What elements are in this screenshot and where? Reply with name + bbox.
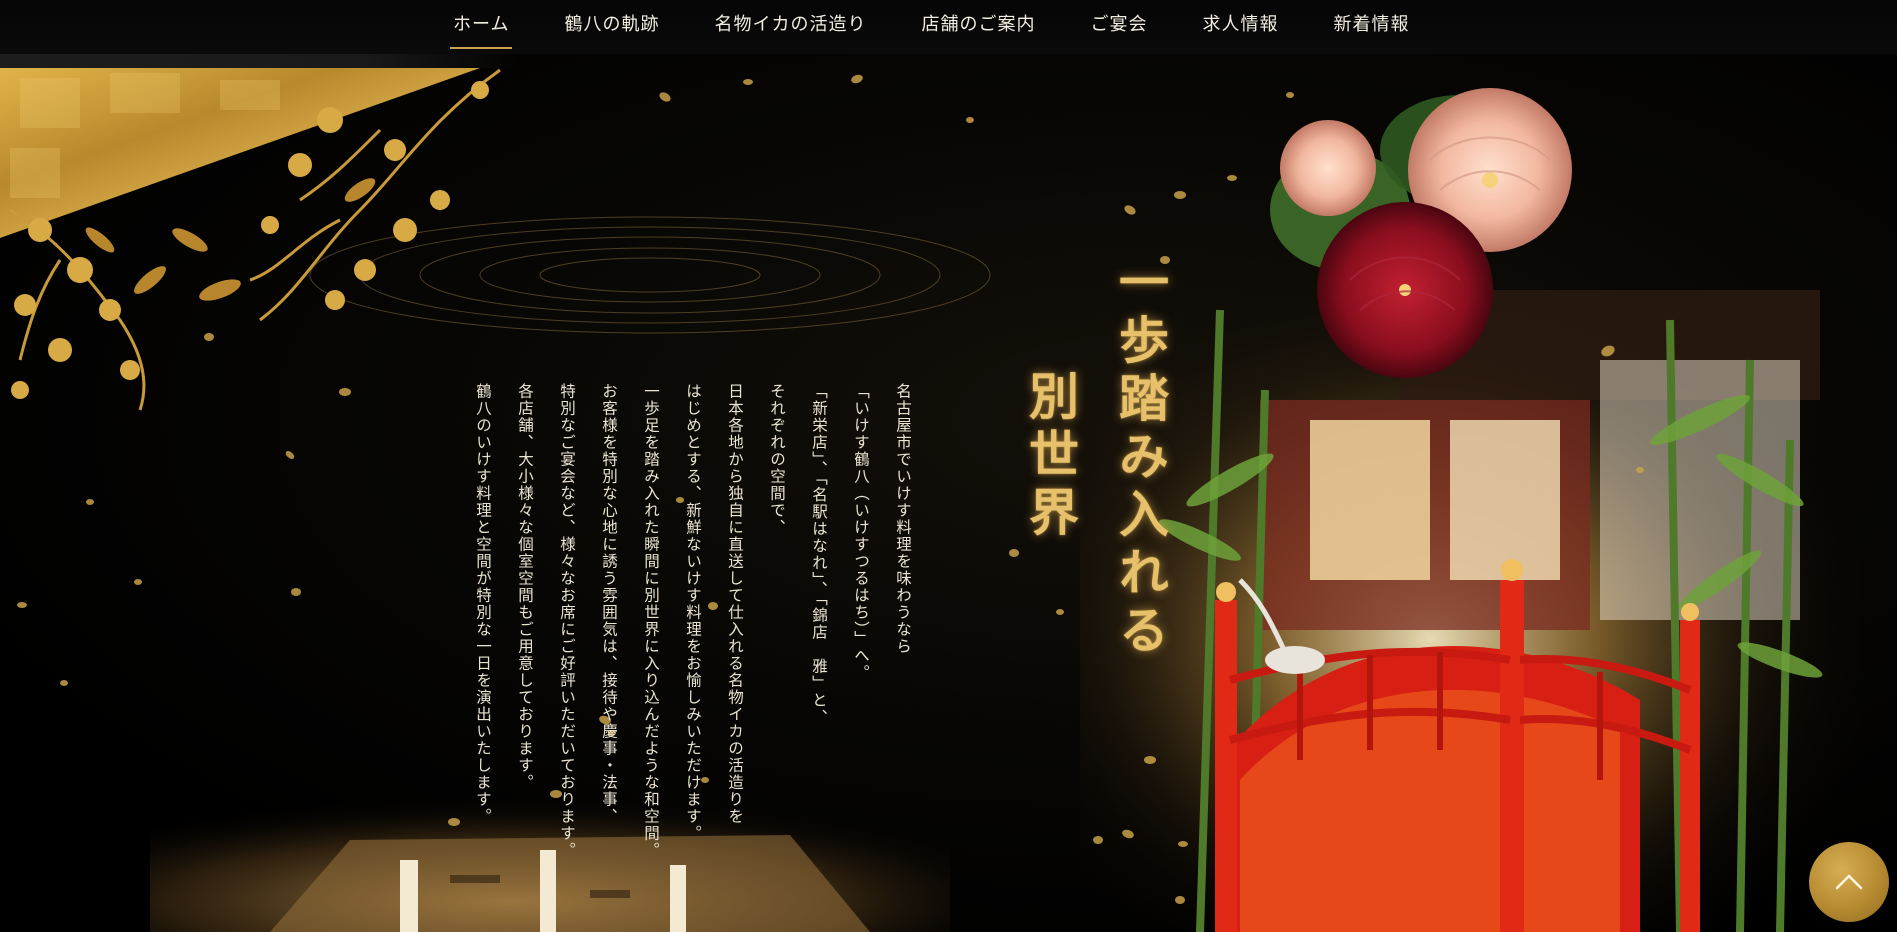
chevron-up-icon	[1835, 874, 1863, 890]
garden-bridge-photo	[1080, 88, 1860, 932]
body-line: 日本各地から独自に直送して仕入れる名物イカの活造りを	[726, 383, 744, 825]
back-to-top-button[interactable]	[1809, 842, 1889, 922]
body-line: それぞれの空間で、	[768, 383, 786, 536]
nav-item-history[interactable]: 鶴八の軌跡	[561, 0, 662, 54]
body-line: 鶴八のいけす料理と空間が特別な一日を演出いたします。	[474, 383, 492, 825]
nav-item-recruit[interactable]: 求人情報	[1199, 0, 1281, 54]
body-line: はじめとする、新鮮ないけす料理をお愉しみいただけます。	[684, 383, 702, 842]
main-nav: ホーム 鶴八の軌跡 名物イカの活造り 店舗のご案内 ご宴会 求人情報 新着情報	[0, 0, 1897, 54]
body-line: 「いけす鶴八（いけすつるはち）」へ。	[852, 383, 870, 682]
nav-item-home[interactable]: ホーム	[450, 0, 513, 54]
hero-heading-line1: 一歩踏み入れる	[1111, 256, 1170, 662]
body-line: 一歩足を踏み入れた瞬間に別世界に入り込んだような和空間。	[642, 383, 660, 859]
body-line: 「新栄店」、「名駅はなれ」、「錦店 雅」と、	[810, 383, 828, 726]
hero-body-copy: 名古屋市でいけす料理を味わうなら 「いけす鶴八（いけすつるはち）」へ。 「新栄店…	[462, 383, 924, 859]
page: ホーム 鶴八の軌跡 名物イカの活造り 店舗のご案内 ご宴会 求人情報 新着情報	[0, 0, 1897, 932]
gold-blossom-branches	[9, 68, 501, 411]
body-line: 名古屋市でいけす料理を味わうなら	[894, 383, 912, 655]
nav-list: ホーム 鶴八の軌跡 名物イカの活造り 店舗のご案内 ご宴会 求人情報 新着情報	[450, 0, 1461, 54]
nav-item-news[interactable]: 新着情報	[1330, 0, 1412, 54]
body-line: 各店舗、大小様々な個室空間もご用意しております。	[516, 383, 534, 791]
nav-shadow-band	[0, 54, 520, 68]
nav-item-squid[interactable]: 名物イカの活造り	[711, 0, 869, 54]
nav-item-banquet[interactable]: ご宴会	[1087, 0, 1150, 54]
nav-item-stores[interactable]: 店舗のご案内	[918, 0, 1038, 54]
hero-heading-line2: 別世界	[1021, 370, 1080, 544]
body-line: 特別なご宴会など、様々なお席にご好評いただいております。	[558, 383, 576, 859]
body-line: お客様を特別な心地に誘う雰囲気は、接待や慶事・法事、	[600, 383, 618, 825]
